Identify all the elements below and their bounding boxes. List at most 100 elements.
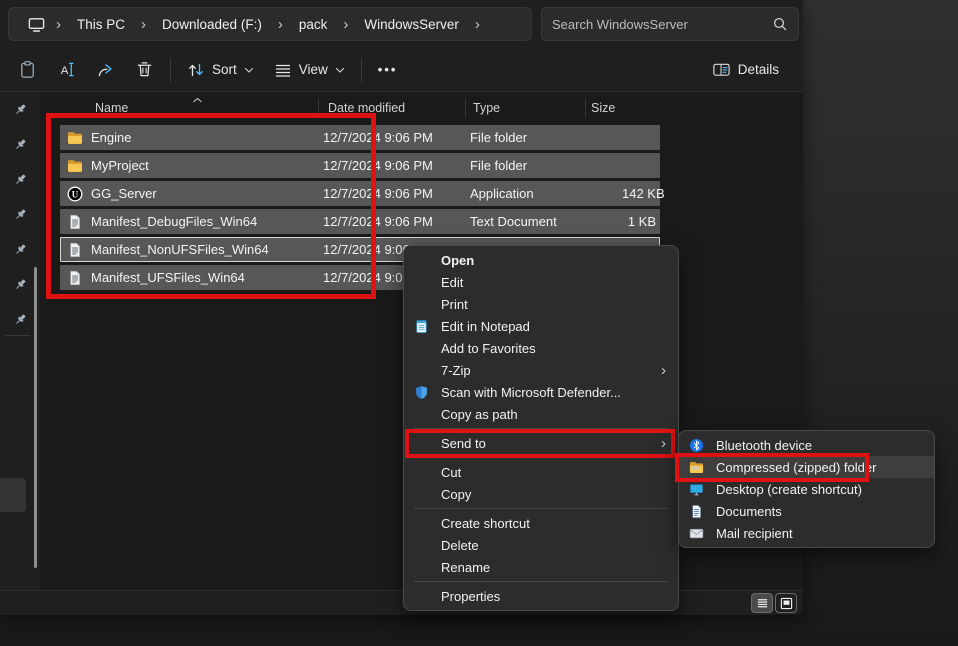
mail-envelope-icon [689, 525, 707, 541]
search-box[interactable] [541, 7, 799, 41]
file-type: Application [470, 186, 622, 201]
details-pane-icon [712, 60, 731, 79]
menu-item-scan-with-defender[interactable]: Scan with Microsoft Defender... [404, 381, 678, 403]
document-icon [689, 503, 707, 519]
view-toggle-group [751, 593, 797, 613]
view-button[interactable]: View [264, 53, 355, 87]
thumbnail-view-toggle-button[interactable] [775, 593, 797, 613]
menu-item-edit-in-notepad[interactable]: Edit in Notepad [404, 315, 678, 337]
share-icon [96, 60, 115, 79]
breadcrumb-item-this-pc[interactable]: This PC [67, 13, 135, 36]
menu-item-delete[interactable]: Delete [404, 534, 678, 556]
breadcrumb-item-drive[interactable]: Downloaded (F:) [152, 13, 272, 36]
menu-item-add-to-favorites[interactable]: Add to Favorites [404, 337, 678, 359]
file-date: 12/7/2024 9:06 PM [323, 158, 470, 173]
menu-item-cut[interactable]: Cut [404, 461, 678, 483]
desktop-monitor-icon [689, 481, 707, 497]
pinned-item-icon[interactable] [0, 232, 40, 267]
sort-ascending-caret-icon [192, 93, 203, 107]
folder-icon [67, 158, 83, 174]
menu-item-documents[interactable]: Documents [679, 500, 934, 522]
file-name: GG_Server [91, 186, 157, 201]
menu-divider [414, 508, 668, 509]
pinned-item-icon[interactable] [0, 197, 40, 232]
sidebar-scrollbar[interactable] [34, 267, 37, 568]
pinned-item-icon[interactable] [0, 127, 40, 162]
file-name: Manifest_DebugFiles_Win64 [91, 214, 257, 229]
file-row-gg-server[interactable]: UGG_Server 12/7/2024 9:06 PM Application… [60, 181, 660, 206]
file-date: 12/7/2024 9:06 PM [323, 130, 470, 145]
paste-button[interactable] [8, 52, 47, 87]
submenu-arrow-icon: › [661, 362, 668, 379]
menu-item-compressed-zipped-folder[interactable]: Compressed (zipped) folder [679, 456, 934, 478]
rename-button[interactable]: A [47, 52, 86, 87]
details-pane-button[interactable]: Details [702, 52, 789, 87]
breadcrumb-item-windowsserver[interactable]: WindowsServer [354, 13, 469, 36]
text-document-icon [67, 270, 83, 286]
pinned-item-icon[interactable] [0, 92, 40, 127]
desktop-background: › This PC › Downloaded (F:) › pack › Win… [0, 0, 958, 646]
details-view-toggle-button[interactable] [751, 593, 773, 613]
pinned-item-icon[interactable] [0, 162, 40, 197]
column-header-type[interactable]: Type [473, 101, 500, 115]
file-size: 142 KB [622, 186, 669, 201]
column-header-size[interactable]: Size [591, 101, 615, 115]
search-icon[interactable] [772, 16, 788, 32]
column-divider[interactable] [585, 98, 586, 118]
chevron-down-icon [244, 66, 254, 74]
this-pc-monitor-icon[interactable] [19, 15, 50, 34]
folder-icon [67, 130, 83, 146]
more-options-button[interactable]: ••• [368, 54, 408, 85]
share-button[interactable] [86, 52, 125, 87]
breadcrumb-item-pack[interactable]: pack [289, 13, 338, 36]
chevron-right-icon: › [274, 17, 287, 32]
text-document-icon [67, 214, 83, 230]
details-label: Details [738, 62, 779, 77]
sort-button[interactable]: Sort [177, 53, 264, 87]
rename-icon: A [57, 60, 76, 79]
column-header-row: Name Date modified Type Size [40, 96, 803, 122]
view-lines-icon [274, 61, 292, 79]
trash-icon [135, 60, 154, 79]
sidebar-selected-item[interactable] [0, 478, 26, 512]
menu-item-mail-recipient[interactable]: Mail recipient [679, 522, 934, 544]
file-row-manifest-debugfiles[interactable]: Manifest_DebugFiles_Win64 12/7/2024 9:06… [60, 209, 660, 234]
search-input[interactable] [552, 17, 772, 32]
menu-item-7zip[interactable]: 7-Zip› [404, 359, 678, 381]
svg-text:A: A [61, 65, 69, 77]
column-header-date[interactable]: Date modified [328, 101, 405, 115]
menu-item-desktop-create-shortcut[interactable]: Desktop (create shortcut) [679, 478, 934, 500]
command-toolbar: A Sort [0, 48, 803, 92]
address-row: › This PC › Downloaded (F:) › pack › Win… [0, 0, 803, 48]
file-name: Manifest_NonUFSFiles_Win64 [91, 242, 269, 257]
file-type: File folder [470, 158, 622, 173]
delete-button[interactable] [125, 52, 164, 87]
text-document-icon [67, 242, 83, 258]
menu-item-copy-as-path[interactable]: Copy as path [404, 403, 678, 425]
file-row-myproject[interactable]: MyProject 12/7/2024 9:06 PM File folder [60, 153, 660, 178]
column-header-name[interactable]: Name [95, 101, 128, 115]
menu-item-bluetooth-device[interactable]: Bluetooth device [679, 434, 934, 456]
sort-label: Sort [212, 62, 237, 77]
menu-item-create-shortcut[interactable]: Create shortcut [404, 512, 678, 534]
file-date: 12/7/2024 9:06 PM [323, 214, 470, 229]
file-type: Text Document [470, 214, 622, 229]
menu-item-send-to[interactable]: Send to› [404, 432, 678, 454]
chevron-right-icon: › [137, 17, 150, 32]
file-type: File folder [470, 130, 622, 145]
chevron-right-icon: › [471, 17, 484, 32]
menu-item-copy[interactable]: Copy [404, 483, 678, 505]
column-divider[interactable] [465, 98, 466, 118]
menu-item-properties[interactable]: Properties [404, 585, 678, 607]
menu-item-rename[interactable]: Rename [404, 556, 678, 578]
sort-icon [187, 61, 205, 79]
menu-divider [414, 581, 668, 582]
column-divider[interactable] [318, 98, 319, 118]
bluetooth-icon [689, 437, 707, 453]
menu-item-edit[interactable]: Edit [404, 271, 678, 293]
menu-item-print[interactable]: Print [404, 293, 678, 315]
menu-item-open[interactable]: Open [404, 249, 678, 271]
file-row-engine[interactable]: Engine 12/7/2024 9:06 PM File folder [60, 125, 660, 150]
submenu-arrow-icon: › [661, 435, 668, 452]
defender-shield-icon [414, 384, 432, 400]
